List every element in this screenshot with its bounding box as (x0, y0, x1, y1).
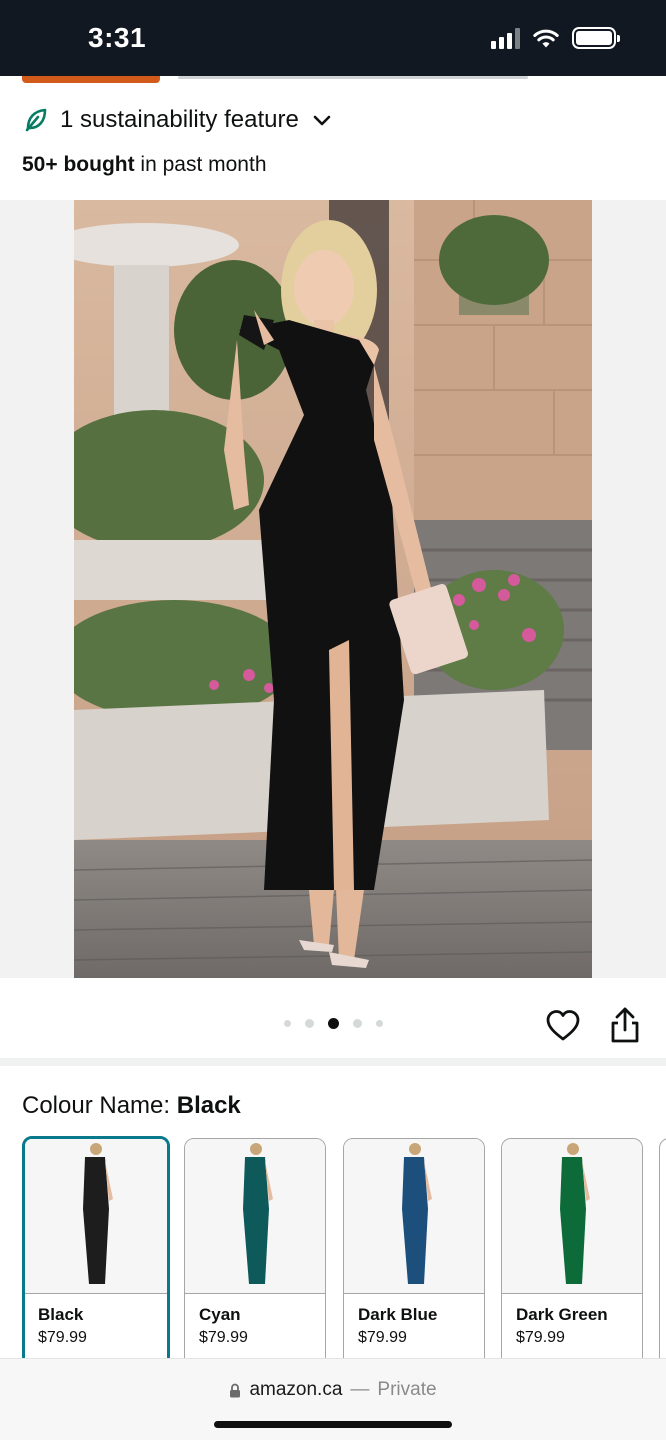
swatch-image (502, 1139, 642, 1293)
colour-name-prefix: Colour Name: (22, 1092, 177, 1119)
lock-icon (230, 1383, 241, 1397)
swatch-black[interactable]: Black $79.99 (22, 1136, 170, 1366)
swatch-name: Cyan (199, 1305, 241, 1324)
swatch-image (185, 1139, 325, 1293)
swatch-dress-illustration (560, 1143, 590, 1284)
colour-name-value: Black (176, 1092, 241, 1119)
partial-text-line (178, 76, 528, 79)
status-bar: 3:31 (0, 0, 666, 76)
swatch-divider (344, 1293, 484, 1294)
partial-orange-badge (22, 76, 160, 83)
status-time: 3:31 (88, 22, 147, 53)
colour-name-label: Colour Name: Black (22, 1092, 241, 1120)
carousel-dot[interactable] (304, 1019, 314, 1028)
swatch-image (344, 1139, 484, 1293)
swatch-divider (25, 1293, 167, 1294)
share-icon[interactable] (608, 1006, 642, 1044)
swatch-price: $79.99 (199, 1329, 248, 1346)
carousel-dot-active[interactable] (327, 1018, 339, 1029)
swatch-dress-illustration (402, 1143, 432, 1284)
url-row[interactable]: amazon.ca — Private (0, 1379, 666, 1401)
bought-count: 50+ bought (22, 153, 135, 176)
carousel-bar (0, 978, 666, 1060)
swatch-image (25, 1139, 167, 1293)
status-icons (491, 27, 620, 49)
bought-period: in past month (134, 153, 267, 176)
swatch-divider (185, 1293, 325, 1294)
sustainability-feature-label: 1 sustainability feature (60, 106, 299, 133)
cellular-signal-icon (491, 27, 520, 49)
section-divider (0, 1058, 666, 1066)
swatch-partial[interactable] (659, 1138, 666, 1366)
swatch-name: Black (38, 1305, 84, 1324)
swatch-dress-illustration (83, 1143, 113, 1284)
leaf-icon (25, 108, 47, 132)
browser-address-bar[interactable]: amazon.ca — Private (0, 1358, 666, 1440)
battery-icon (572, 27, 620, 49)
heart-icon[interactable] (545, 1008, 581, 1044)
chevron-down-icon (313, 115, 331, 126)
url-domain: amazon.ca (249, 1379, 343, 1400)
home-indicator[interactable] (214, 1421, 452, 1428)
swatch-price: $79.99 (516, 1329, 565, 1346)
wifi-icon (533, 29, 559, 48)
carousel-dot[interactable] (375, 1020, 383, 1027)
swatch-name: Dark Blue (358, 1305, 438, 1324)
swatch-dark-blue[interactable]: Dark Blue $79.99 (343, 1138, 485, 1366)
product-image-area[interactable] (0, 200, 666, 978)
carousel-dot[interactable] (352, 1019, 362, 1028)
swatch-dark-green[interactable]: Dark Green $79.99 (501, 1138, 643, 1366)
url-separator: — (350, 1379, 370, 1400)
product-image[interactable] (74, 200, 592, 978)
carousel-dot[interactable] (283, 1020, 291, 1027)
swatch-dress-illustration (243, 1143, 273, 1284)
swatch-price: $79.99 (358, 1329, 407, 1346)
sustainability-feature-toggle[interactable]: 1 sustainability feature (22, 106, 333, 134)
private-mode-label: Private (377, 1379, 437, 1400)
swatch-divider (502, 1293, 642, 1294)
bought-in-past-month: 50+ bought in past month (22, 153, 267, 177)
swatch-cyan[interactable]: Cyan $79.99 (184, 1138, 326, 1366)
swatch-name: Dark Green (516, 1305, 608, 1324)
swatch-price: $79.99 (38, 1329, 87, 1346)
colour-swatches: Black $79.99 Cyan $79.99 Dark Blue $79.9… (22, 1136, 666, 1366)
product-photo-illustration (74, 200, 592, 978)
